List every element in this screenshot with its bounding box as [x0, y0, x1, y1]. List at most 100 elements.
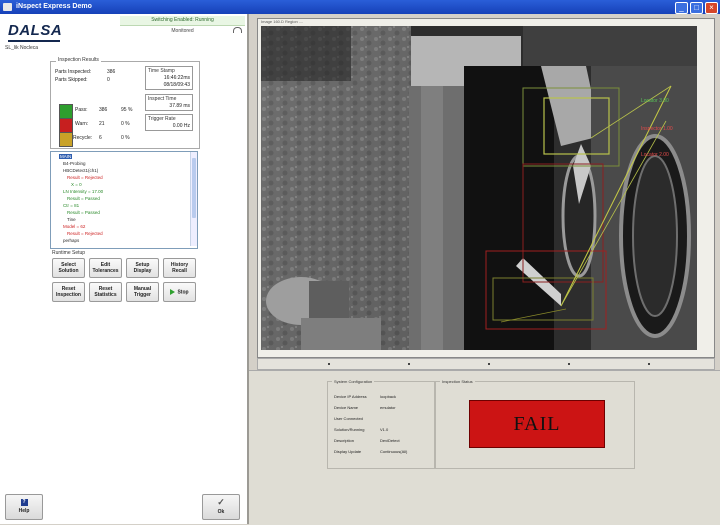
- checkmark-icon: ✓: [217, 497, 225, 507]
- runtime-setup-group: Runtime Setup Select Solution Edit Toler…: [50, 250, 198, 309]
- help-button[interactable]: ? Help: [5, 494, 43, 520]
- pass-percent: 95 %: [121, 107, 133, 113]
- runtime-group-title: Runtime Setup: [52, 250, 86, 256]
- inspect-time-heading: Inspect Time: [148, 96, 177, 102]
- config-key: Display Update: [334, 449, 362, 454]
- stop-button[interactable]: Stop: [163, 282, 196, 302]
- tree-item[interactable]: Model = 62: [63, 224, 85, 229]
- app-icon: [3, 3, 12, 11]
- fail-indicator: FAIL: [469, 400, 605, 448]
- system-name: SL_lik Nocleca: [5, 45, 39, 51]
- pass-count: 386: [99, 107, 108, 113]
- tree-item[interactable]: HBCDetect1(ch1): [63, 168, 98, 173]
- trigger-rate-heading: Trigger Rate: [148, 116, 176, 122]
- tree-item[interactable]: Result = Rejected: [67, 231, 103, 236]
- play-icon: [170, 289, 176, 295]
- system-configuration-group: System Configuration Device IP Address l…: [327, 379, 435, 469]
- help-label: Help: [18, 508, 30, 514]
- viewer-title: Image 160.D Region ....: [261, 19, 304, 24]
- left-panel: DALSA SL_lik Nocleca Switching Enabled: …: [0, 14, 249, 524]
- status-bar: Switching Enabled: Running: [120, 16, 245, 26]
- warn-percent: 0 %: [121, 121, 130, 127]
- reset-statistics-button[interactable]: Reset Statistics: [89, 282, 122, 302]
- slider-tick: [568, 363, 570, 365]
- status-monitor: Monitored: [171, 28, 194, 34]
- tree-item[interactable]: MAIN: [59, 154, 73, 159]
- tree-item[interactable]: Tine: [67, 217, 76, 222]
- tree-item[interactable]: perhaps: [63, 238, 79, 243]
- timestamp-date: 08/18/09:43: [163, 82, 190, 88]
- config-value: loopback: [380, 394, 397, 399]
- reset-inspection-button[interactable]: Reset Inspection: [52, 282, 85, 302]
- config-key: Description: [334, 438, 355, 443]
- config-value: emulator: [380, 405, 396, 410]
- config-value: Continuous(All): [380, 449, 408, 454]
- parts-skipped-value: 0: [107, 77, 110, 83]
- results-group-title: Inspection Results: [56, 57, 101, 63]
- tree-item[interactable]: Result = Passed: [67, 210, 100, 215]
- overlay-label: Inspector 1.00: [641, 126, 673, 132]
- slider-tick: [408, 363, 410, 365]
- timestamp-heading: Time Stamp: [148, 68, 175, 74]
- inspect-time-value: 37.89 ms: [169, 103, 190, 109]
- tree-item[interactable]: B4-Probing: [63, 161, 86, 166]
- logo-underline: [8, 40, 60, 42]
- config-key: Solution/Running: [334, 427, 365, 432]
- tree-item[interactable]: Result = Passed: [67, 196, 100, 201]
- parts-inspected-label: Parts Inspected:: [55, 69, 92, 75]
- parts-skipped-label: Parts Skipped:: [55, 77, 88, 83]
- overlay-label: Locator 2.00: [641, 152, 669, 158]
- config-key: Device IP Address: [334, 394, 367, 399]
- timestamp-time: 16:46:22ms: [163, 75, 190, 81]
- results-tree[interactable]: MAIN B4-Probing HBCDetect1(ch1) Result =…: [50, 151, 198, 249]
- recycle-percent: 0 %: [121, 135, 130, 141]
- tree-item[interactable]: Ctr = 81: [63, 203, 79, 208]
- timestamp-box: Time Stamp 16:46:22ms 08/18/09:43: [145, 66, 193, 90]
- image-slider[interactable]: [257, 358, 715, 370]
- config-key: Device Name: [334, 405, 359, 410]
- config-value: DeviDetect: [380, 438, 400, 443]
- pass-label: Pass:: [75, 107, 88, 113]
- slider-tick: [328, 363, 330, 365]
- pass-indicator: [59, 104, 73, 119]
- tree-item[interactable]: X = 0: [71, 182, 82, 187]
- select-solution-button[interactable]: Select Solution: [52, 258, 85, 278]
- trigger-rate-value: 0.00 Hz: [172, 123, 190, 129]
- recycle-label: Recycle:: [73, 135, 93, 141]
- tree-scrollbar-thumb[interactable]: [192, 158, 196, 218]
- tree-item[interactable]: Result = Rejected: [67, 175, 103, 180]
- ok-button[interactable]: ✓ Ok: [202, 494, 240, 520]
- edit-tolerances-button[interactable]: Edit Tolerances: [89, 258, 122, 278]
- syscfg-title: System Configuration: [332, 379, 375, 384]
- config-key: User Connected: [334, 416, 363, 421]
- slider-tick: [648, 363, 650, 365]
- inspection-status-group: Inspection Status FAIL: [435, 379, 635, 469]
- headset-icon[interactable]: [233, 27, 242, 33]
- history-recall-button[interactable]: History Recall: [163, 258, 196, 278]
- close-button[interactable]: ×: [705, 2, 718, 14]
- bottom-info-area: System Configuration Device IP Address l…: [249, 370, 720, 525]
- inspection-results-group: Inspection Results Parts Inspected: 386 …: [50, 57, 200, 149]
- maximize-button[interactable]: □: [690, 2, 703, 14]
- slider-tick: [488, 363, 490, 365]
- recycle-count: 6: [99, 135, 102, 141]
- camera-image[interactable]: Locator 3.00 Inspector 1.00 Locator 2.00: [261, 26, 697, 350]
- manual-trigger-button[interactable]: Manual Trigger: [126, 282, 159, 302]
- overlay-label: Locator 3.00: [641, 98, 669, 104]
- camera-scene: Locator 3.00 Inspector 1.00 Locator 2.00: [261, 26, 697, 350]
- inspection-status-title: Inspection Status: [440, 379, 475, 384]
- inspect-time-box: Inspect Time 37.89 ms: [145, 94, 193, 111]
- help-icon: ?: [20, 499, 28, 506]
- parts-inspected-value: 386: [107, 69, 116, 75]
- tree-item[interactable]: LN Intensity = 17.00: [63, 189, 103, 194]
- minimize-button[interactable]: _: [675, 2, 688, 14]
- window-title: iNspect Express Demo: [16, 3, 92, 10]
- trigger-rate-box: Trigger Rate 0.00 Hz: [145, 114, 193, 131]
- warn-label: Warn:: [75, 121, 89, 127]
- ok-label: Ok: [217, 509, 225, 515]
- config-value: V1.0: [380, 427, 389, 432]
- right-panel: Image 160.D Region .... Locator 3.00 Ins…: [249, 14, 720, 525]
- dalsa-logo: DALSA: [8, 22, 63, 39]
- warn-indicator: [59, 118, 73, 133]
- setup-display-button[interactable]: Setup Display: [126, 258, 159, 278]
